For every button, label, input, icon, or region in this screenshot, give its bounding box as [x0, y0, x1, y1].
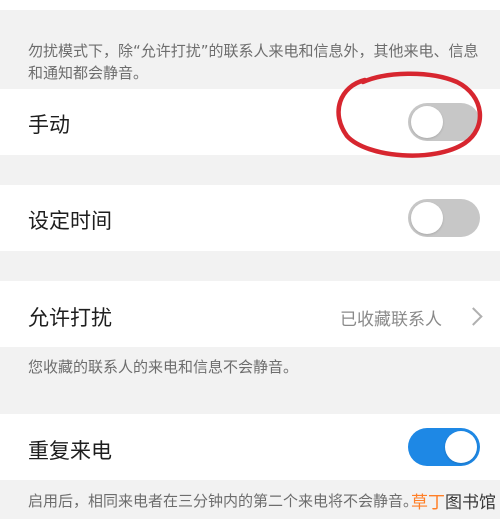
dnd-description: 勿扰模式下，除“允许打扰”的联系人来电和信息外，其他来电、信息和通知都会静音。	[28, 42, 479, 82]
repeat-calls-row[interactable]: 重复来电	[0, 414, 500, 480]
chevron-right-icon	[464, 307, 483, 326]
previous-row-edge	[0, 0, 500, 10]
watermark: 草丁图书馆	[411, 488, 496, 513]
repeat-calls-toggle-knob	[445, 431, 477, 463]
manual-row[interactable]: 手动	[0, 89, 500, 155]
scheduled-toggle-knob	[411, 202, 443, 234]
watermark-text: 图书馆	[445, 493, 496, 513]
manual-label: 手动	[28, 113, 70, 137]
manual-toggle[interactable]	[408, 103, 480, 141]
repeat-calls-toggle[interactable]	[408, 428, 480, 466]
allow-value: 已收藏联系人	[340, 310, 442, 330]
scheduled-row[interactable]: 设定时间	[0, 185, 500, 251]
watermark-accent: 草丁	[411, 493, 445, 513]
scheduled-toggle[interactable]	[408, 199, 480, 237]
allow-description: 您收藏的联系人的来电和信息不会静音。	[28, 358, 299, 376]
manual-toggle-knob	[411, 106, 443, 138]
repeat-calls-label: 重复来电	[28, 439, 112, 463]
allow-interruptions-row[interactable]: 允许打扰 已收藏联系人	[0, 281, 500, 347]
scheduled-label: 设定时间	[28, 209, 112, 233]
allow-label: 允许打扰	[28, 306, 112, 330]
